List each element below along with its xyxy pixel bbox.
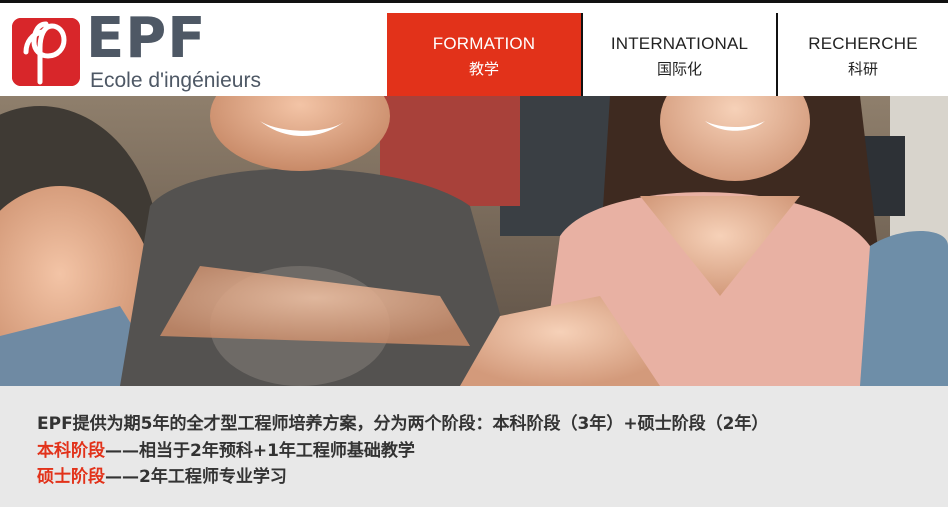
bachelor-stage-label: 本科阶段 xyxy=(37,441,105,461)
nav-label-fr: RECHERCHE xyxy=(808,34,918,53)
nav-label-cn: 国际化 xyxy=(656,60,702,78)
logo-wordmark: EPF xyxy=(86,6,207,71)
hero-image xyxy=(0,96,948,386)
students-photo-icon xyxy=(0,96,948,386)
nav-item-recherche[interactable]: RECHERCHE 科研 xyxy=(778,13,948,96)
bachelor-stage-desc: ——相当于2年预科+1年工程师基础教学 xyxy=(105,441,415,461)
nav-label-fr: FORMATION xyxy=(432,34,536,53)
bachelor-stage-line: 本科阶段——相当于2年预科+1年工程师基础教学 xyxy=(37,440,415,462)
main-nav: FORMATION 教学 INTERNATIONAL 国际化 RECHERCHE… xyxy=(387,13,948,96)
site-header: EPF Ecole d'ingénieurs FORMATION 教学 INTE… xyxy=(0,3,948,96)
master-stage-label: 硕士阶段 xyxy=(37,467,105,487)
epf-logo[interactable]: EPF Ecole d'ingénieurs xyxy=(12,6,272,92)
nav-item-international[interactable]: INTERNATIONAL 国际化 xyxy=(583,13,776,96)
nav-label-cn: 教学 xyxy=(468,60,499,78)
nav-label-cn: 科研 xyxy=(847,60,878,78)
phi-logo-icon xyxy=(12,18,80,86)
program-info-panel: EPF提供为期5年的全才型工程师培养方案，分为两个阶段：本科阶段（3年）+硕士阶… xyxy=(0,386,948,507)
nav-label-fr: INTERNATIONAL xyxy=(610,34,749,53)
master-stage-line: 硕士阶段——2年工程师专业学习 xyxy=(37,466,287,488)
logo-subtitle: Ecole d'ingénieurs xyxy=(90,69,261,92)
nav-item-formation[interactable]: FORMATION 教学 xyxy=(387,13,581,96)
master-stage-desc: ——2年工程师专业学习 xyxy=(105,467,287,487)
program-summary: EPF提供为期5年的全才型工程师培养方案，分为两个阶段：本科阶段（3年）+硕士阶… xyxy=(37,414,769,434)
